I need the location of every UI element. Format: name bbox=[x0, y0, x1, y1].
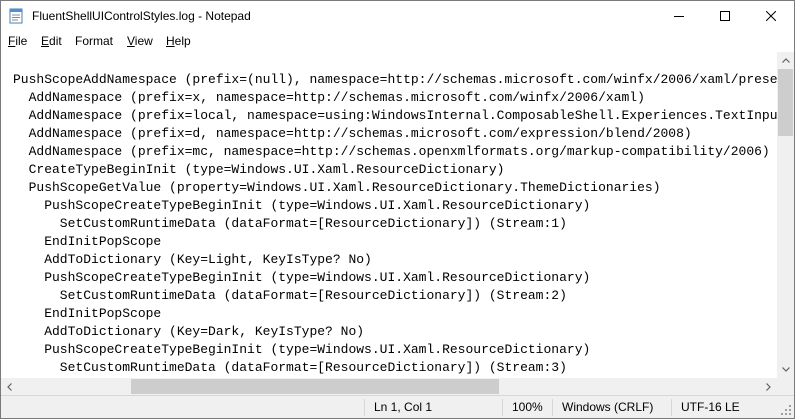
horizontal-scroll-thumb[interactable] bbox=[131, 379, 499, 394]
resize-grip-icon[interactable] bbox=[780, 404, 792, 416]
scroll-right-button[interactable] bbox=[760, 378, 777, 395]
text-editor[interactable]: PushScopeAddNamespace (prefix=(null), na… bbox=[1, 52, 777, 378]
menu-help-mnemonic: H bbox=[166, 34, 175, 48]
horizontal-scrollbar[interactable] bbox=[1, 378, 777, 395]
scroll-down-button[interactable] bbox=[777, 361, 794, 378]
close-button[interactable] bbox=[748, 1, 794, 31]
scroll-up-button[interactable] bbox=[777, 52, 794, 69]
status-encoding: UTF-16 LE bbox=[681, 400, 740, 414]
chevron-down-icon bbox=[781, 367, 790, 372]
menu-help-label: elp bbox=[174, 34, 191, 48]
minimize-icon bbox=[674, 16, 684, 17]
menu-view-mnemonic: V bbox=[127, 34, 135, 48]
chevron-up-icon bbox=[781, 58, 790, 63]
chevron-right-icon bbox=[766, 382, 771, 391]
window-title: FluentShellUIControlStyles.log - Notepad bbox=[32, 9, 251, 23]
menu-bar: File Edit Format View Help bbox=[1, 32, 794, 52]
status-line-endings: Windows (CRLF) bbox=[562, 400, 654, 414]
scrollbar-corner bbox=[777, 378, 794, 395]
status-zoom: 100% bbox=[512, 400, 543, 414]
menu-view-label: iew bbox=[134, 34, 153, 48]
editor-content[interactable]: PushScopeAddNamespace (prefix=(null), na… bbox=[13, 71, 777, 378]
menu-file[interactable]: File bbox=[8, 34, 27, 48]
menu-edit-mnemonic: E bbox=[41, 34, 50, 48]
menu-view[interactable]: View bbox=[127, 34, 153, 48]
vertical-scroll-thumb[interactable] bbox=[778, 69, 793, 136]
menu-format-label: ormat bbox=[82, 34, 114, 48]
maximize-button[interactable] bbox=[702, 1, 748, 31]
maximize-icon bbox=[720, 11, 730, 21]
close-icon bbox=[766, 11, 776, 21]
menu-format[interactable]: Format bbox=[75, 34, 113, 48]
menu-edit-label: dit bbox=[49, 34, 62, 48]
notepad-window: FluentShellUIControlStyles.log - Notepad… bbox=[0, 0, 795, 419]
menu-file-label: ile bbox=[15, 34, 28, 48]
status-divider bbox=[502, 399, 503, 416]
menu-help[interactable]: Help bbox=[166, 34, 191, 48]
status-divider bbox=[364, 399, 365, 416]
menu-edit[interactable]: Edit bbox=[41, 34, 62, 48]
status-divider bbox=[671, 399, 672, 416]
notepad-icon bbox=[9, 8, 23, 24]
status-divider bbox=[552, 399, 553, 416]
chevron-left-icon bbox=[7, 382, 12, 391]
minimize-button[interactable] bbox=[656, 1, 702, 31]
title-bar[interactable]: FluentShellUIControlStyles.log - Notepad bbox=[1, 1, 794, 31]
status-cursor-position: Ln 1, Col 1 bbox=[374, 400, 433, 414]
vertical-scrollbar[interactable] bbox=[777, 52, 794, 378]
scroll-left-button[interactable] bbox=[1, 378, 18, 395]
status-bar: Ln 1, Col 1 100% Windows (CRLF) UTF-16 L… bbox=[1, 395, 794, 418]
